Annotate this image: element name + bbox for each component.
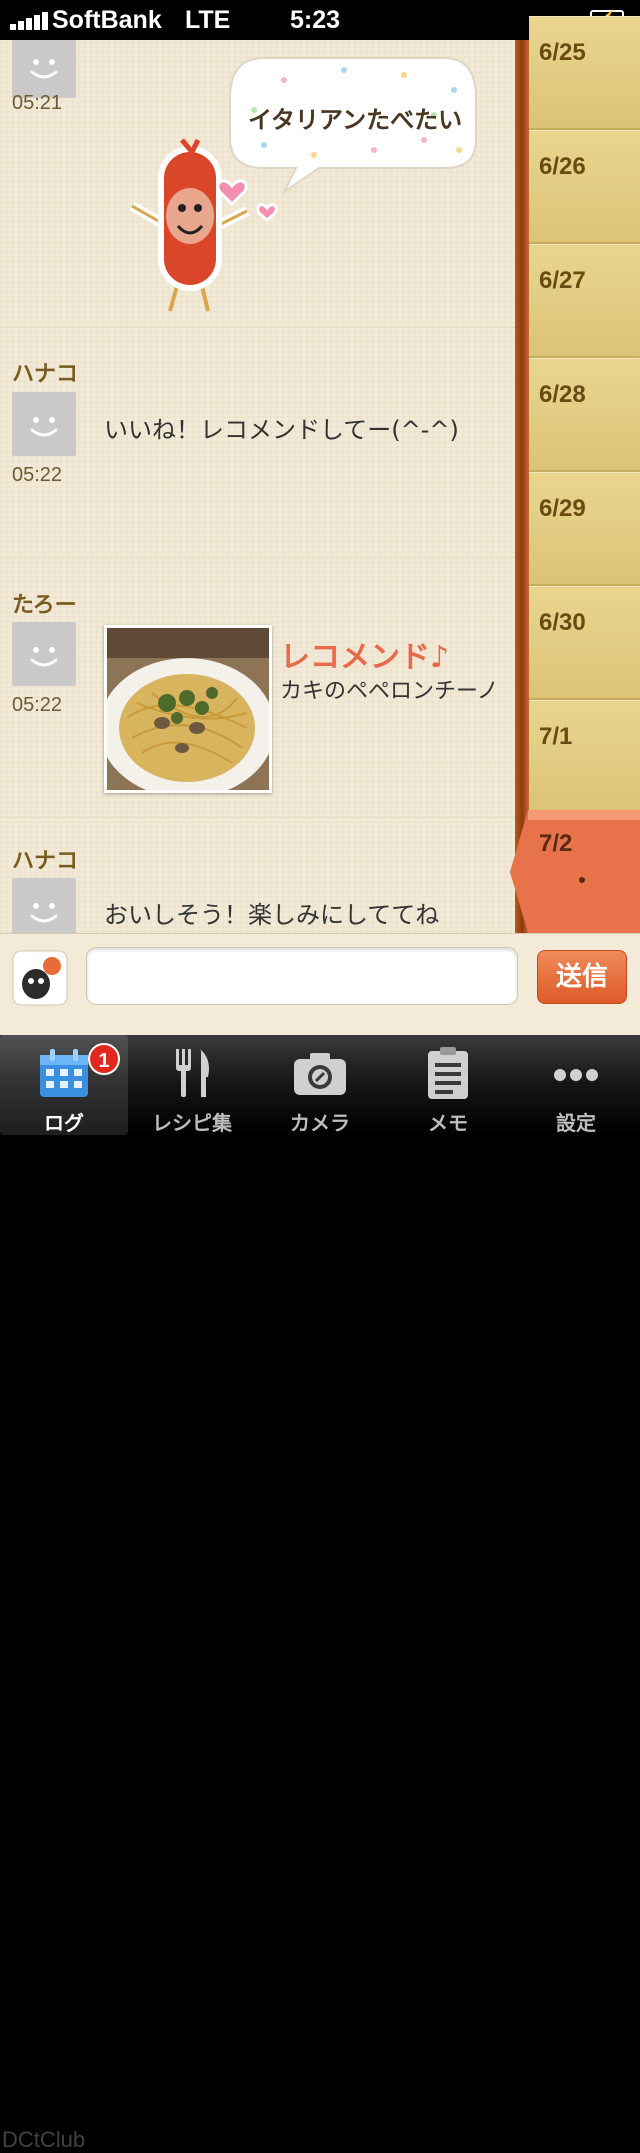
avatar[interactable] bbox=[12, 392, 76, 456]
message-time: 05:21 bbox=[12, 92, 63, 114]
more-dots-icon bbox=[554, 1069, 598, 1081]
active-date-label: 7/2 bbox=[539, 830, 573, 857]
calendar-icon bbox=[40, 1049, 88, 1097]
username: ハナコ bbox=[12, 849, 79, 874]
date-item[interactable]: 6/26 bbox=[529, 130, 640, 244]
message-divider bbox=[0, 817, 515, 818]
tab-bar: 1 ログ レシピ集 カメラ メモ 設定 DCtClub bbox=[0, 1035, 640, 2152]
date-item[interactable]: 6/25 bbox=[529, 16, 640, 130]
avatar[interactable] bbox=[12, 878, 76, 933]
message-time: 05:22 bbox=[12, 694, 63, 716]
date-column[interactable]: 6/25 6/26 6/27 6/28 6/29 6/30 7/1 bbox=[529, 16, 640, 933]
message-text: いいね！レコメンドしてー(^-^) bbox=[104, 416, 459, 444]
tab-label: メモ bbox=[428, 1111, 468, 1135]
date-item[interactable]: 6/28 bbox=[529, 358, 640, 472]
date-item[interactable]: 6/27 bbox=[529, 244, 640, 358]
username: たろー bbox=[12, 593, 77, 618]
watermark: DCtClub bbox=[2, 2127, 86, 2152]
signal-icon bbox=[10, 12, 50, 30]
tab-label: レシピ集 bbox=[152, 1111, 232, 1135]
bubble-message: イタリアンたべたい bbox=[248, 106, 463, 134]
message-divider bbox=[0, 557, 515, 558]
tab-log[interactable]: 1 ログ bbox=[0, 1035, 128, 1135]
chat-log[interactable]: 05:21 イタリアンたべたい ハナコ 05:22 いいね！レコメンドしてー(^… bbox=[0, 40, 515, 933]
sausage-sticker-icon bbox=[129, 138, 278, 312]
message-divider bbox=[0, 327, 515, 328]
fork-knife-icon bbox=[176, 1049, 209, 1097]
date-item-active[interactable]: 7/2 bbox=[510, 810, 640, 933]
unread-dot bbox=[579, 877, 585, 883]
message-text: おいしそう！楽しみにしててね bbox=[104, 901, 440, 929]
status-time: 5:23 bbox=[290, 6, 341, 34]
date-item[interactable]: 7/1 bbox=[529, 700, 640, 814]
network-type: LTE bbox=[185, 6, 231, 34]
tab-recipes[interactable]: レシピ集 bbox=[128, 1035, 256, 1135]
date-item[interactable]: 6/30 bbox=[529, 586, 640, 700]
recommend-label[interactable]: レコメンド♪ bbox=[280, 632, 449, 676]
tab-settings[interactable]: 設定 bbox=[512, 1035, 640, 1135]
carrier-name: SoftBank bbox=[52, 6, 162, 34]
timeline-divider bbox=[515, 40, 529, 933]
tab-label: 設定 bbox=[556, 1111, 596, 1135]
message-input[interactable] bbox=[86, 947, 518, 1005]
tab-camera[interactable]: カメラ bbox=[256, 1035, 384, 1135]
tab-label: カメラ bbox=[290, 1111, 350, 1135]
clipboard-icon bbox=[428, 1047, 468, 1099]
avatar[interactable] bbox=[12, 622, 76, 686]
recipe-name[interactable]: カキのペペロンチーノ bbox=[280, 676, 505, 708]
send-button[interactable]: 送信 bbox=[537, 950, 627, 1004]
notification-badge: 1 bbox=[88, 1043, 120, 1075]
camera-icon bbox=[294, 1053, 346, 1095]
recipe-photo[interactable] bbox=[104, 625, 272, 793]
avatar[interactable] bbox=[12, 40, 76, 98]
sticker-button[interactable] bbox=[12, 950, 68, 1006]
tab-memo[interactable]: メモ bbox=[384, 1035, 512, 1135]
date-item[interactable]: 6/29 bbox=[529, 472, 640, 586]
username: ハナコ bbox=[12, 362, 79, 387]
tab-label: ログ bbox=[44, 1111, 84, 1135]
message-time: 05:22 bbox=[12, 464, 63, 486]
